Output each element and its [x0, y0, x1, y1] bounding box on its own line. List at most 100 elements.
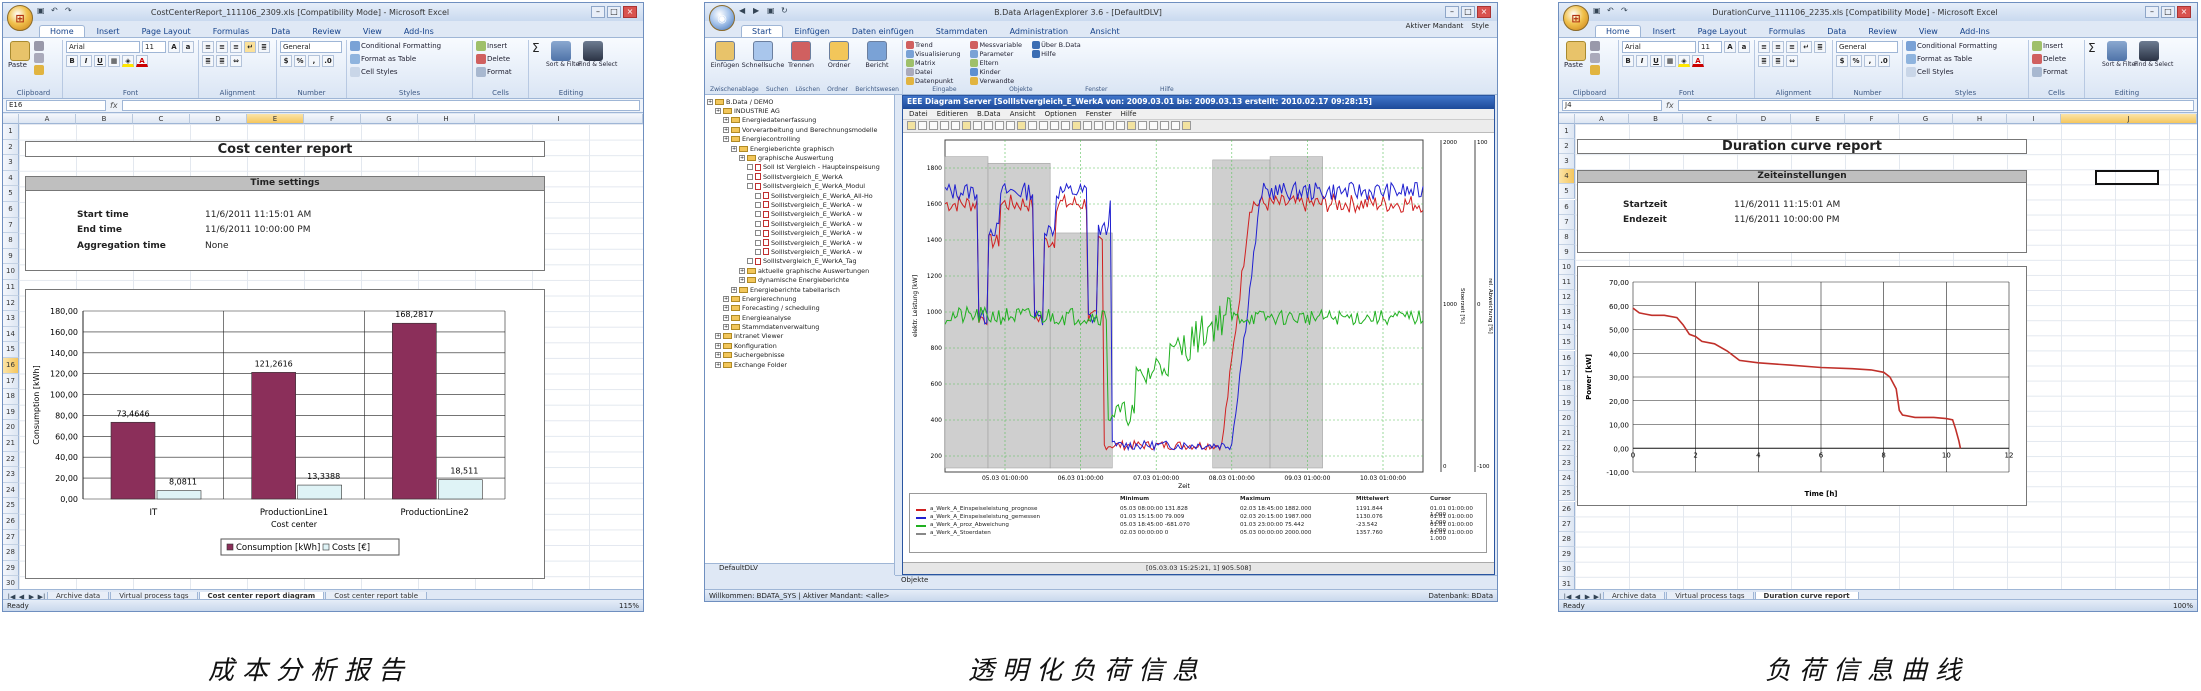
mandant-selector[interactable]: Aktiver Mandant Style — [1406, 22, 1489, 30]
tree-item[interactable]: + Exchange Folder — [707, 360, 892, 369]
tree-item[interactable]: + Forecasting / scheduling — [707, 304, 892, 313]
currency-icon[interactable]: $ — [280, 55, 292, 67]
percent-icon[interactable]: % — [294, 55, 306, 67]
zoom-level[interactable]: 115% — [619, 602, 639, 610]
column-header-g[interactable]: G — [361, 114, 418, 124]
tree-item[interactable]: SollIstvergleich_E_WerkA - w — [707, 238, 892, 247]
tree-expander-icon[interactable] — [755, 230, 761, 237]
comma-icon[interactable]: , — [308, 55, 320, 67]
minimize-button[interactable]: – — [591, 6, 605, 18]
font-color-button[interactable]: A — [1692, 55, 1704, 67]
row-header-1[interactable]: 1 — [3, 124, 19, 140]
row-header-5[interactable]: 5 — [3, 186, 19, 202]
tree-expander-icon[interactable] — [747, 164, 753, 171]
row-header-2[interactable]: 2 — [3, 139, 19, 156]
tree-expander-icon[interactable]: + — [739, 155, 745, 162]
tree-expander-icon[interactable]: + — [731, 145, 737, 152]
grow-font-button[interactable]: A — [1724, 41, 1736, 53]
wrap-text-icon[interactable]: ↵ — [1800, 41, 1812, 53]
toolbar-tool-icon[interactable] — [995, 121, 1004, 130]
tree-expander-icon[interactable] — [755, 239, 761, 246]
cell-styles-button[interactable]: Cell Styles — [1906, 67, 2025, 77]
toolbar-tool-icon[interactable] — [1105, 121, 1114, 130]
row-header-17[interactable]: 17 — [3, 373, 19, 390]
row-header-14[interactable]: 14 — [1559, 320, 1575, 336]
toolbar-tool-icon[interactable] — [1127, 121, 1136, 130]
tree-item[interactable]: + aktuelle graphische Auswertungen — [707, 266, 892, 275]
ribbon-button-schnellsuche[interactable]: Schnellsuche — [742, 41, 784, 69]
selected-cell-j4[interactable] — [2095, 170, 2159, 185]
conditional-formatting-button[interactable]: Conditional Formatting — [1906, 41, 2025, 51]
autosum-button[interactable]: Σ — [532, 41, 544, 68]
italic-button[interactable]: I — [80, 55, 92, 67]
close-button[interactable]: × — [1477, 6, 1491, 18]
tree-expander-icon[interactable]: + — [723, 295, 729, 302]
align-center-icon[interactable]: ≣ — [1758, 55, 1770, 67]
maximize-button[interactable]: □ — [2161, 6, 2175, 18]
tree-item[interactable]: + graphische Auswertung — [707, 153, 892, 162]
shrink-font-button[interactable]: a — [182, 41, 194, 53]
tree-item[interactable]: + Energieanalyse — [707, 313, 892, 322]
save-icon[interactable]: ▣ — [37, 6, 48, 17]
row-header-18[interactable]: 18 — [1559, 380, 1575, 396]
align-bottom-icon[interactable]: ≡ — [230, 41, 242, 53]
comma-icon[interactable]: , — [1864, 55, 1876, 67]
objects-tab[interactable]: Objekte — [895, 575, 1497, 587]
ribbon-tab-view[interactable]: View — [353, 26, 392, 37]
row-header-23[interactable]: 23 — [3, 467, 19, 483]
row-header-22[interactable]: 22 — [1559, 441, 1575, 457]
conditional-formatting-button[interactable]: Conditional Formatting — [350, 41, 469, 51]
ribbon-tab-data[interactable]: Data — [261, 26, 300, 37]
tree-item[interactable]: + Energiedatenerfassung — [707, 116, 892, 125]
row-header-17[interactable]: 17 — [1559, 365, 1575, 381]
close-button[interactable]: × — [2177, 6, 2191, 18]
toolbar-tool-icon[interactable] — [1171, 121, 1180, 130]
toolbar-tool-icon[interactable] — [1083, 121, 1092, 130]
align-left-icon[interactable]: ≣ — [258, 41, 270, 53]
ribbon-tab-data[interactable]: Data — [1817, 26, 1856, 37]
ribbon-item-datei[interactable]: Datei — [906, 68, 960, 76]
save-icon[interactable]: ▣ — [1593, 6, 1604, 17]
row-header-7[interactable]: 7 — [3, 217, 19, 234]
redo-icon[interactable]: ↷ — [1621, 6, 1632, 17]
menu-hilfe[interactable]: Hilfe — [1121, 110, 1137, 118]
tree-item[interactable]: SollIstvergleich_E_WerkA_All-Ho — [707, 191, 892, 200]
ribbon-tab-ansicht[interactable]: Ansicht — [1080, 26, 1130, 37]
format-as-table-button[interactable]: Format as Table — [1906, 54, 2025, 64]
worksheet-grid[interactable]: Cost center report Time settings Start t… — [3, 114, 643, 590]
column-header-c[interactable]: C — [1683, 114, 1737, 124]
ribbon-button-trennen[interactable]: Trennen — [786, 41, 816, 69]
toolbar-tool-icon[interactable] — [1094, 121, 1103, 130]
column-header-d[interactable]: D — [190, 114, 247, 124]
left-tab[interactable]: DefaultDLV — [705, 563, 894, 575]
tree-expander-icon[interactable]: + — [715, 342, 721, 349]
paste-button[interactable]: Paste — [8, 41, 32, 75]
tree-expander-icon[interactable]: + — [723, 305, 729, 312]
find-select-button[interactable]: Find & Select — [578, 41, 617, 68]
borders-button[interactable]: ▦ — [108, 55, 120, 67]
column-header-j[interactable]: J — [2061, 114, 2197, 124]
cut-icon[interactable] — [34, 41, 44, 51]
formula-input[interactable] — [1677, 100, 2194, 111]
tree-expander-icon[interactable]: + — [715, 108, 721, 115]
row-header-12[interactable]: 12 — [1559, 290, 1575, 306]
font-size-combo[interactable]: 11 — [1698, 41, 1722, 53]
ribbon-item-kinder[interactable]: Kinder — [970, 68, 1022, 76]
align-top-icon[interactable]: ≡ — [1758, 41, 1770, 53]
ribbon-button-einfügen[interactable]: Einfügen — [710, 41, 740, 69]
tree-expander-icon[interactable]: + — [723, 117, 729, 124]
minimize-button[interactable]: – — [1445, 6, 1459, 18]
tree-item[interactable]: + Stammdatenverwaltung — [707, 322, 892, 331]
column-header-g[interactable]: G — [1899, 114, 1953, 124]
percent-icon[interactable]: % — [1850, 55, 1862, 67]
toolbar-tool-icon[interactable] — [929, 121, 938, 130]
align-middle-icon[interactable]: ≡ — [1772, 41, 1784, 53]
ribbon-tab-review[interactable]: Review — [302, 26, 351, 37]
ribbon-button-ordner[interactable]: Ordner — [824, 41, 854, 69]
tree-expander-icon[interactable]: + — [707, 98, 713, 105]
tree-item[interactable]: SollIstvergleich_E_WerkA - w — [707, 247, 892, 256]
ribbon-tab-add-ins[interactable]: Add-Ins — [1950, 26, 2000, 37]
tree-expander-icon[interactable] — [755, 248, 761, 255]
toolbar-tool-icon[interactable] — [907, 121, 916, 130]
column-header-f[interactable]: F — [304, 114, 361, 124]
